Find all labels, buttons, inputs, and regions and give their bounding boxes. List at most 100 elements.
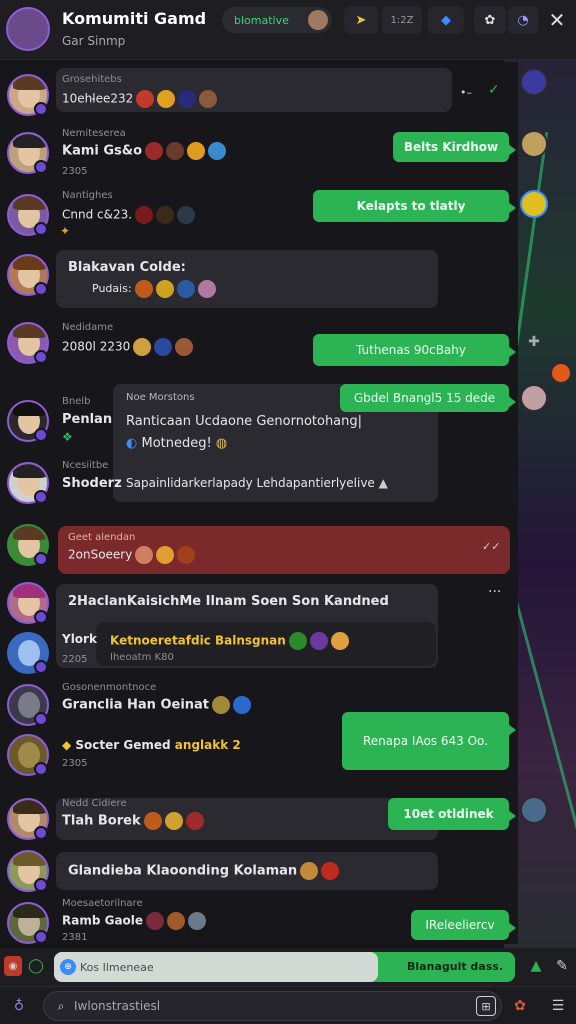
camera-icon[interactable]: ◉	[4, 956, 22, 976]
send-button[interactable]: Blanagult dass.	[407, 960, 503, 973]
emoji-icon	[145, 142, 164, 160]
verified-icon	[34, 222, 48, 236]
verified-icon	[34, 660, 48, 674]
message-text: Glandieba Klaoonding Kolaman	[68, 863, 298, 879]
message-feed[interactable]: Grosehitebs 10ehl̵ee232 •– ✓ Nemiteserea…	[0, 62, 518, 944]
gift-icon[interactable]: ➤	[344, 6, 378, 34]
message-text: Cnnd c&23.	[62, 207, 133, 222]
message-text: Blakavan Colde:	[68, 260, 186, 275]
more-options-icon[interactable]: ···	[488, 584, 501, 600]
message-username: Ylork	[62, 632, 97, 646]
message-username: Nedidame	[62, 322, 114, 333]
sent-bubble[interactable]: Belts Kirdhow	[393, 132, 516, 162]
message-line: ◆ Socter Gemed anglakk 2	[62, 738, 241, 752]
quote-line-row: Sapainlidarkerlapady Lehdapantierlyelive…	[126, 476, 388, 490]
more-icon[interactable]: •–	[460, 86, 472, 99]
message-input-field[interactable]: ⊕ Kos Ilmeneae Blanagult dass.	[54, 952, 515, 982]
verified-icon	[34, 762, 48, 776]
search-input[interactable]: ⌕ Iwlonstrastiesl	[43, 991, 502, 1021]
shield-icon: ◆	[62, 738, 76, 752]
chat-header: Komumiti Gamd Gar Sinmp blomative ➤ 1:2Z…	[0, 0, 576, 60]
message-text: 10ehl̵ee232	[62, 91, 134, 106]
compose-bar: ◉ ◯ ⊕ Kos Ilmeneae Blanagult dass. ▲ ✎	[0, 948, 576, 986]
quote-line: Motnedeg!	[141, 436, 212, 451]
list-item: 2HaclanKaisichMe Ilnam Soen Son Kandned …	[0, 582, 518, 680]
triangle-icon[interactable]: ▲	[526, 956, 546, 976]
sent-bubble[interactable]: Tuthenas 90cBahy	[313, 334, 516, 366]
list-item: Nedd Cidiere Tlah Borek 10et otldinek	[0, 792, 518, 848]
emoji-icon: ◍	[211, 436, 228, 451]
nested-line: Ketnoeretafdic Balnsgnan	[110, 632, 349, 650]
message-username: Nantighes	[62, 190, 113, 201]
status-pill[interactable]: blomative	[222, 7, 332, 33]
emoji-icon	[143, 812, 162, 830]
emoji-icon	[208, 142, 227, 160]
list-item: Moesaetorilnare Ramb Gaole 2381 IReleeli…	[0, 898, 518, 944]
grid-icon[interactable]: ⊞	[476, 996, 496, 1016]
message-text: Socter Gemed	[75, 738, 171, 752]
message-username: Gosonenmontnoce	[62, 682, 157, 693]
pen-icon[interactable]: ✎	[552, 956, 572, 976]
emoji-icon	[134, 280, 153, 298]
emoji-icon	[155, 280, 174, 298]
search-placeholder: Iwlonstrastiesl	[74, 999, 161, 1013]
verified-icon	[34, 552, 48, 566]
emoji-icon	[321, 862, 340, 880]
side-avatar[interactable]	[520, 796, 548, 824]
background-stripe	[510, 584, 576, 836]
nested-text: Ketnoeretafdic Balnsgnan	[110, 633, 286, 648]
verified-icon	[34, 350, 48, 364]
message-username: Geet alendan	[68, 532, 136, 543]
message-username: Bnelb	[62, 396, 91, 407]
side-avatar[interactable]	[550, 362, 572, 384]
message-line: 2onSoeery	[68, 546, 196, 564]
share-icon[interactable]: ◆	[428, 6, 464, 34]
message-time: 2305	[62, 758, 88, 769]
group-avatar[interactable]	[6, 7, 50, 51]
sent-bubble[interactable]: Renapa IAos 643 Oo.	[342, 712, 516, 770]
verified-icon	[34, 712, 48, 726]
emoji-icon	[156, 546, 175, 564]
sent-bubble[interactable]: Gbdel Bnangl5 15 dede	[340, 384, 516, 412]
profile-icon[interactable]: ♁	[8, 996, 30, 1016]
read-check-icon: ✓	[488, 82, 500, 98]
close-icon[interactable]: ✕	[542, 6, 572, 34]
quote-title: Noe Morstons	[126, 392, 195, 403]
side-avatar[interactable]	[520, 190, 548, 218]
menu-icon[interactable]: ☰	[548, 996, 568, 1016]
message-text: Tlah Borek	[62, 813, 141, 829]
attach-icon[interactable]: ⊕	[60, 959, 76, 975]
side-avatar[interactable]	[520, 68, 548, 96]
emoji-icon	[146, 912, 165, 930]
bottom-bar: ♁ ⌕ Iwlonstrastiesl ⊞ ✿ ☰	[0, 986, 576, 1024]
message-line: Kami Gs&o	[62, 142, 227, 160]
emoji-icon	[135, 546, 154, 564]
search-icon: ⌕	[57, 998, 65, 1013]
sent-bubble[interactable]: Kelapts to tlatly	[313, 190, 516, 222]
flower-icon[interactable]: ✿	[510, 996, 530, 1016]
sent-bubble[interactable]: IReleeliercv	[411, 910, 516, 940]
message-input[interactable]: ⊕ Kos Ilmeneae	[54, 952, 378, 982]
sent-bubble[interactable]: 10et otldinek	[388, 798, 516, 830]
list-item: Noe Morstons Ranticaan Ucdaone Genornoto…	[0, 384, 518, 514]
quote-line: Sapainlidarkerlapady Lehdapantierlyelive	[126, 476, 375, 490]
emoji-icon	[199, 90, 218, 108]
verified-icon	[34, 490, 48, 504]
tool-icon[interactable]: ✚	[522, 330, 546, 354]
message-username: Moesaetorilnare	[62, 898, 143, 909]
message-text: 2080l 2230	[62, 339, 131, 354]
side-avatar[interactable]	[520, 384, 548, 412]
side-avatar[interactable]	[520, 130, 548, 158]
clock-icon[interactable]: ◔	[508, 6, 538, 34]
message-text: 2HaclanKaisichMe Ilnam Soen Son Kandned	[68, 594, 389, 609]
status-pill-label: blomative	[234, 13, 289, 27]
sticker-icon[interactable]: ◯	[28, 956, 44, 976]
verified-icon	[34, 160, 48, 174]
emoji-icon	[135, 206, 154, 224]
emoji-icon	[176, 280, 195, 298]
settings-icon[interactable]: ✿	[474, 6, 506, 34]
quote-line: Ranticaan Ucdaone Genornotohang|	[126, 414, 363, 429]
message-text: Kami Gs&o	[62, 143, 143, 159]
message-text: Ramb Gaole	[62, 913, 144, 928]
message-text: Granclia Han Oeinat	[62, 697, 210, 713]
